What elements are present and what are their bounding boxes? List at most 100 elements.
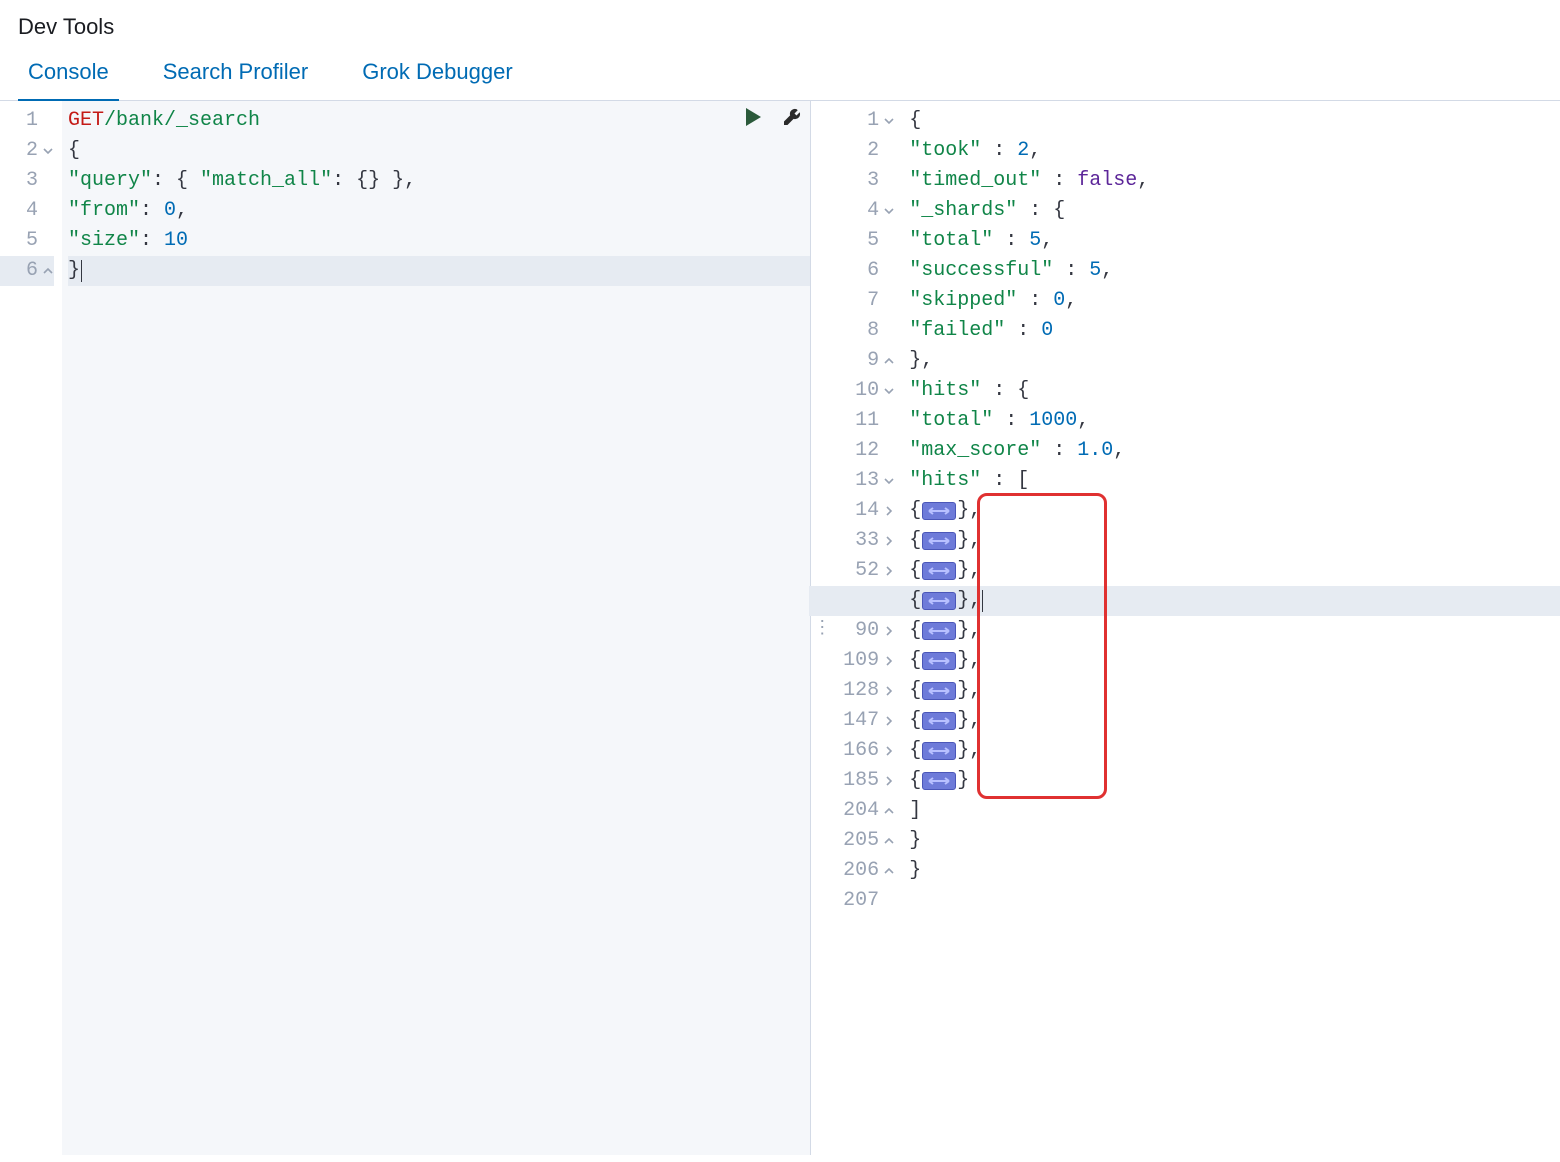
line-number: 11 — [811, 406, 895, 436]
fold-collapsed-icon[interactable] — [883, 565, 895, 577]
fold-open-icon[interactable] — [883, 115, 895, 127]
line-number: 3 — [0, 166, 54, 196]
line-number: 4 — [811, 196, 895, 226]
run-button[interactable] — [744, 107, 762, 138]
fold-open-icon[interactable] — [883, 385, 895, 397]
tab-console[interactable]: Console — [18, 51, 119, 101]
folded-object-chip[interactable] — [922, 772, 956, 790]
folded-object-chip[interactable] — [922, 532, 956, 550]
line-number: 205 — [811, 826, 895, 856]
code-line[interactable]: "timed_out" : false, — [909, 166, 1560, 196]
code-line[interactable]: "total" : 1000, — [909, 406, 1560, 436]
line-number: 128 — [811, 676, 895, 706]
fold-close-icon[interactable] — [883, 835, 895, 847]
folded-object-chip[interactable] — [922, 742, 956, 760]
code-line[interactable]: "failed" : 0 — [909, 316, 1560, 346]
code-line[interactable] — [909, 886, 1560, 916]
fold-collapsed-icon[interactable] — [883, 505, 895, 517]
code-line[interactable]: "total" : 5, — [909, 226, 1560, 256]
folded-object-chip[interactable] — [922, 592, 956, 610]
line-number: 207 — [811, 886, 895, 916]
code-line[interactable]: "successful" : 5, — [909, 256, 1560, 286]
folded-object-chip[interactable] — [922, 682, 956, 700]
line-number: 185 — [811, 766, 895, 796]
line-number: 206 — [811, 856, 895, 886]
fold-collapsed-icon[interactable] — [883, 535, 895, 547]
tab-grok-debugger[interactable]: Grok Debugger — [352, 51, 522, 101]
line-number: 1 — [811, 106, 895, 136]
code-line[interactable]: }, — [909, 346, 1560, 376]
line-number: 2 — [811, 136, 895, 166]
fold-close-icon[interactable] — [883, 865, 895, 877]
editor-panes: 123456 GET /bank/_search{ "query": { "ma… — [0, 101, 1560, 1155]
response-pane: 1234567891011121314335271901091281471661… — [811, 101, 1560, 1155]
code-line[interactable]: { — [909, 106, 1560, 136]
request-pane: 123456 GET /bank/_search{ "query": { "ma… — [0, 101, 811, 1155]
code-line[interactable]: "max_score" : 1.0, — [909, 436, 1560, 466]
code-line[interactable]: {}, — [909, 736, 1560, 766]
fold-collapsed-icon[interactable] — [883, 745, 895, 757]
tab-search-profiler[interactable]: Search Profiler — [153, 51, 319, 101]
code-line[interactable]: {}, — [909, 496, 1560, 526]
code-line[interactable]: "_shards" : { — [909, 196, 1560, 226]
fold-open-icon[interactable] — [883, 205, 895, 217]
code-line[interactable]: } — [68, 256, 810, 286]
fold-close-icon[interactable] — [883, 805, 895, 817]
folded-object-chip[interactable] — [922, 502, 956, 520]
code-line[interactable]: ] — [909, 796, 1560, 826]
code-line[interactable]: {}, — [909, 556, 1560, 586]
code-line[interactable]: {}, — [909, 676, 1560, 706]
fold-collapsed-icon[interactable] — [883, 715, 895, 727]
code-line[interactable]: {}, — [909, 526, 1560, 556]
code-line[interactable]: "took" : 2, — [909, 136, 1560, 166]
line-number: 4 — [0, 196, 54, 226]
wrench-icon[interactable] — [782, 107, 802, 138]
line-number: 14 — [811, 496, 895, 526]
line-number: 3 — [811, 166, 895, 196]
fold-collapsed-icon[interactable] — [883, 775, 895, 787]
response-viewer[interactable]: { "took" : 2, "timed_out" : false, "_sha… — [903, 101, 1560, 1155]
line-number: 204 — [811, 796, 895, 826]
tabs: Console Search Profiler Grok Debugger — [0, 50, 1560, 101]
request-editor[interactable]: GET /bank/_search{ "query": { "match_all… — [62, 101, 810, 1155]
code-line[interactable]: } — [909, 856, 1560, 886]
code-line[interactable]: "query": { "match_all": {} }, — [68, 166, 810, 196]
code-line[interactable]: } — [909, 826, 1560, 856]
code-line[interactable]: {}, — [809, 586, 1560, 616]
page-title: Dev Tools — [0, 0, 1560, 50]
fold-collapsed-icon[interactable] — [883, 655, 895, 667]
request-gutter: 123456 — [0, 101, 62, 1155]
code-line[interactable]: {}, — [909, 616, 1560, 646]
code-line[interactable]: GET /bank/_search — [68, 106, 810, 136]
code-line[interactable]: { — [68, 136, 810, 166]
fold-open-icon[interactable] — [42, 145, 54, 157]
code-line[interactable]: "from": 0, — [68, 196, 810, 226]
line-number: 33 — [811, 526, 895, 556]
line-number: 5 — [811, 226, 895, 256]
code-line[interactable]: {}, — [909, 706, 1560, 736]
line-number: 2 — [0, 136, 54, 166]
line-number: 109 — [811, 646, 895, 676]
drag-handle-icon[interactable]: ⋮ — [811, 621, 832, 633]
code-line[interactable]: "hits" : { — [909, 376, 1560, 406]
line-number: 6 — [0, 256, 54, 286]
code-line[interactable]: "size": 10 — [68, 226, 810, 256]
line-number: 8 — [811, 316, 895, 346]
fold-close-icon[interactable] — [42, 265, 54, 277]
fold-close-icon[interactable] — [883, 355, 895, 367]
fold-collapsed-icon[interactable] — [883, 625, 895, 637]
folded-object-chip[interactable] — [922, 652, 956, 670]
folded-object-chip[interactable] — [922, 562, 956, 580]
line-number: 10 — [811, 376, 895, 406]
code-line[interactable]: "hits" : [ — [909, 466, 1560, 496]
line-number: 147 — [811, 706, 895, 736]
fold-open-icon[interactable] — [883, 475, 895, 487]
folded-object-chip[interactable] — [922, 622, 956, 640]
fold-collapsed-icon[interactable] — [883, 685, 895, 697]
folded-object-chip[interactable] — [922, 712, 956, 730]
line-number: 52 — [811, 556, 895, 586]
code-line[interactable]: {}, — [909, 646, 1560, 676]
line-number: 6 — [811, 256, 895, 286]
code-line[interactable]: {} — [909, 766, 1560, 796]
code-line[interactable]: "skipped" : 0, — [909, 286, 1560, 316]
